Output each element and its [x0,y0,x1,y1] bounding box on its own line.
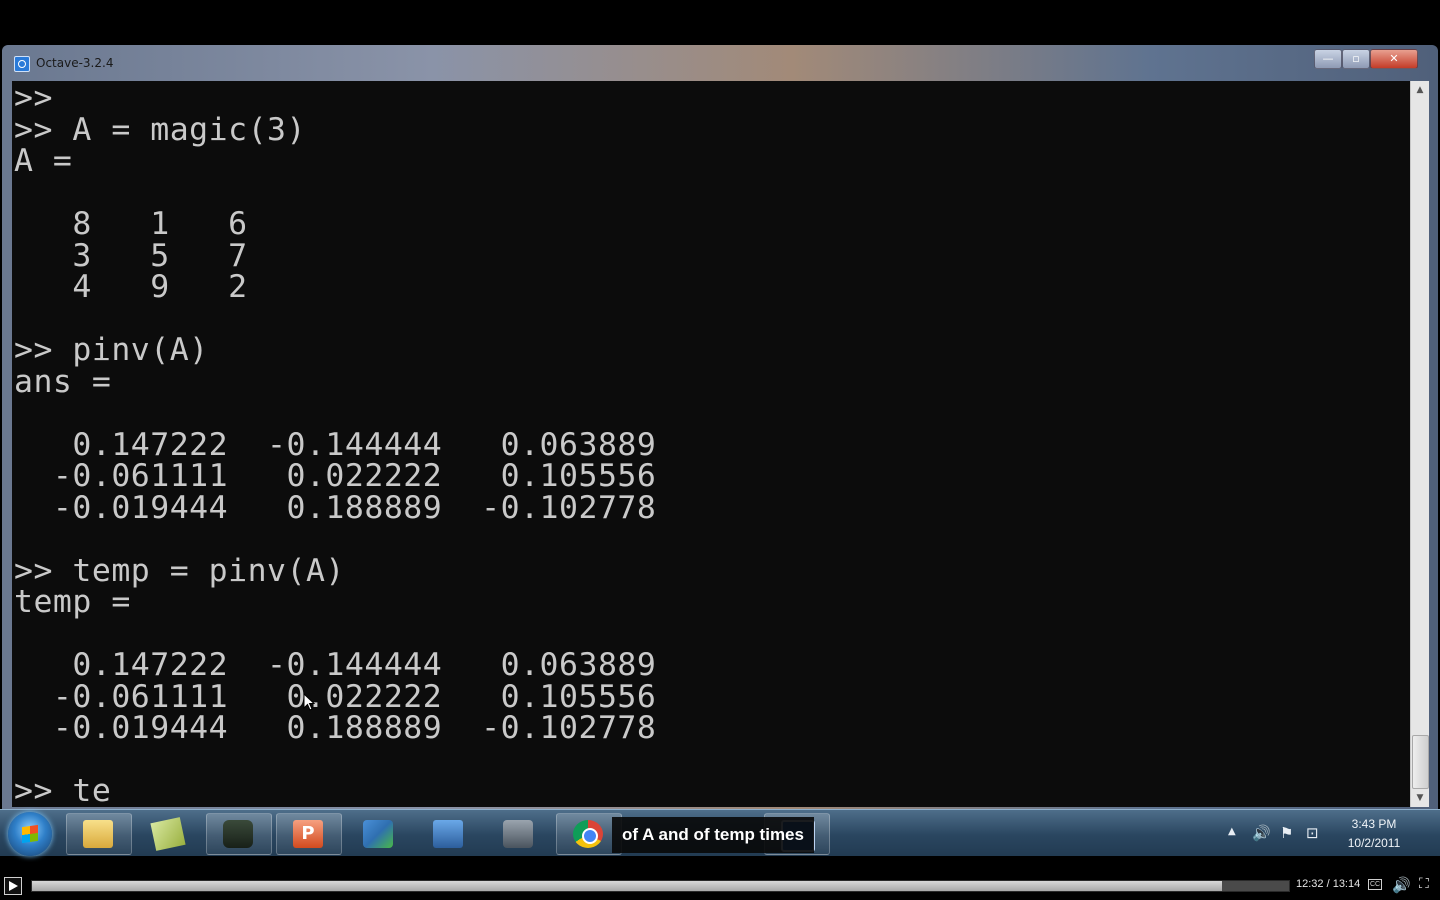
title-bar[interactable]: Octave-3.2.4 — ▫ ✕ [2,45,1438,81]
taskbar-app6-button[interactable] [416,813,482,855]
explorer-icon [83,820,113,848]
taskbar-app5-button[interactable] [346,813,412,855]
clock-date[interactable]: 10/2/2011 [1336,836,1412,850]
volume-icon[interactable]: 🔊 [1392,876,1411,894]
octave-window: Octave-3.2.4 — ▫ ✕ >> >> A = magic(3) A … [2,45,1438,809]
play-icon[interactable] [4,877,22,895]
window-title: Octave-3.2.4 [36,56,114,70]
app3-icon [223,820,253,848]
app2-icon [150,817,186,851]
close-button[interactable]: ✕ [1370,49,1418,69]
taskbar-app7-button[interactable] [486,813,552,855]
octave-icon [14,56,30,72]
app6-icon [433,820,463,848]
console-output[interactable]: >> >> A = magic(3) A = 8 1 6 3 5 7 4 9 2… [12,81,1410,807]
powerpoint-icon: P [293,820,323,848]
scroll-down-arrow-icon[interactable]: ▼ [1415,793,1425,803]
chrome-icon [573,820,603,848]
network-icon[interactable]: ⊡ [1306,824,1319,842]
taskbar-app3-button[interactable] [206,813,272,855]
minimize-button[interactable]: — [1314,49,1342,69]
vertical-scrollbar[interactable]: ▲ ▼ [1410,81,1429,807]
taskbar-explorer-button[interactable] [66,813,132,855]
action-center-flag-icon[interactable]: ⚑ [1280,824,1293,842]
windows-start-icon[interactable] [8,812,52,856]
fullscreen-icon[interactable]: ⛶ [1419,876,1429,892]
clock-time[interactable]: 3:43 PM [1336,817,1412,831]
closed-captions-icon[interactable]: CC [1368,879,1382,890]
maximize-button[interactable]: ▫ [1342,49,1370,69]
app7-icon [503,820,533,848]
video-caption: of A and of temp times [612,817,814,853]
speaker-icon[interactable]: 🔊 [1252,824,1271,842]
console-text[interactable]: >> >> A = magic(3) A = 8 1 6 3 5 7 4 9 2… [12,81,1410,807]
progress-bar[interactable] [31,880,1290,892]
scroll-thumb[interactable] [1412,735,1429,789]
video-player-controls: 12:32 / 13:14 CC 🔊 ⛶ [0,872,1440,900]
app5-icon [363,820,393,848]
show-hidden-icons-icon[interactable]: ▲ [1228,826,1236,837]
scroll-up-arrow-icon[interactable]: ▲ [1415,85,1425,95]
taskbar-powerpoint-button[interactable]: P [276,813,342,855]
taskbar-app2-button[interactable] [136,813,202,855]
time-readout: 12:32 / 13:14 [1296,878,1361,890]
progress-fill [32,881,1223,891]
mouse-cursor-icon [303,693,315,711]
